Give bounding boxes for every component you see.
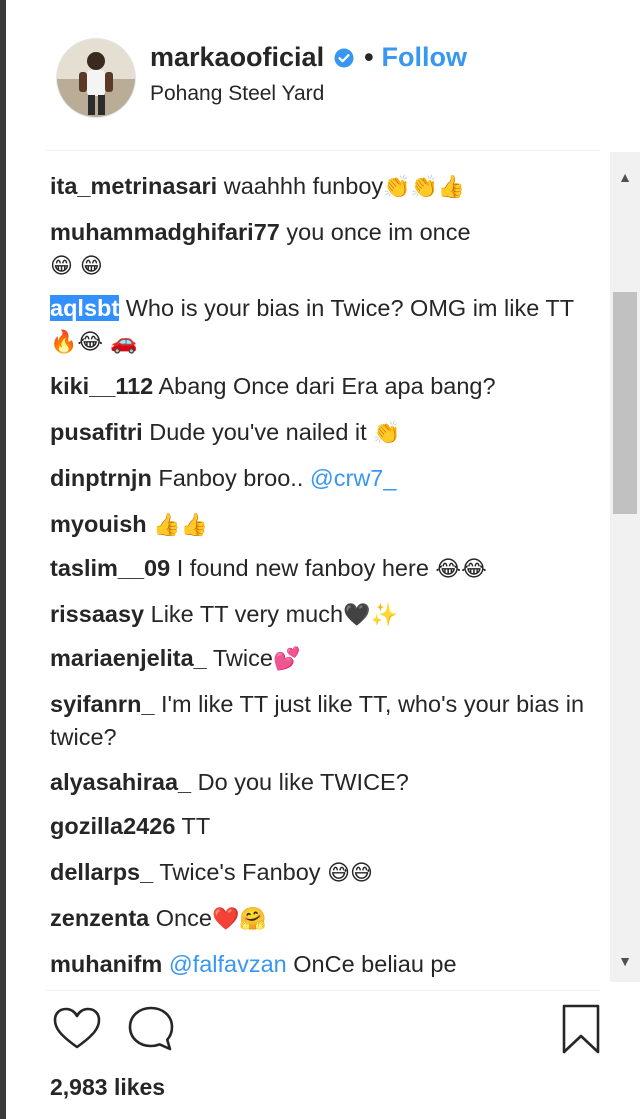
avatar[interactable]	[56, 38, 136, 118]
location-link[interactable]: Pohang Steel Yard	[150, 82, 324, 106]
comment-username[interactable]: zenzenta	[50, 905, 149, 931]
comment-username[interactable]: gozilla2426	[50, 813, 175, 839]
comment-text: Once	[155, 905, 212, 931]
comment-item: dellarps_ Twice's Fanboy 😅😅	[50, 856, 596, 890]
comment-mention-link[interactable]: @crw7_	[310, 465, 397, 491]
comment-emoji: 👏	[373, 421, 401, 446]
comment-text: OnCe beliau pe	[293, 951, 457, 977]
comment-emoji: 😅😅	[327, 861, 373, 886]
comment-username[interactable]: muhammadghifari77	[50, 219, 280, 245]
bookmark-icon[interactable]	[554, 1002, 608, 1056]
comment-item: myouish 👍👍	[50, 508, 596, 542]
comment-text: Abang Once dari Era apa bang?	[158, 373, 496, 399]
username-link[interactable]: markaooficial	[150, 42, 324, 73]
comment-text: I found new fanboy here	[176, 555, 429, 581]
post-header: markaooficial • Follow Pohang Steel Yard	[6, 0, 640, 150]
comment-username[interactable]: myouish	[50, 511, 147, 537]
comment-text: you once im once	[286, 219, 471, 245]
scroll-thumb[interactable]	[613, 292, 637, 514]
comment-text: Like TT very much	[150, 601, 344, 627]
comment-emoji: 😂😂	[435, 557, 487, 582]
comment-item: dinptrnjn Fanboy broo.. @crw7_	[50, 462, 596, 495]
scroll-down-arrow-icon[interactable]: ▼	[610, 946, 640, 976]
comment-username[interactable]: alyasahiraa_	[50, 769, 191, 795]
comment-item: ita_metrinasari waahhh funboy👏👏👍	[50, 170, 596, 204]
comment-text: TT	[181, 813, 211, 839]
comment-item: muhanifm @falfavzan OnCe beliau pe	[50, 948, 596, 981]
comment-item: pusafitri Dude you've nailed it 👏	[50, 416, 596, 450]
comment-username[interactable]: ita_metrinasari	[50, 173, 217, 199]
comment-username-selected[interactable]: aqlsbt	[50, 295, 120, 321]
separator-dot: •	[364, 42, 374, 72]
comment-emoji: ❤️🤗	[211, 907, 267, 932]
comment-username[interactable]: muhanifm	[50, 951, 162, 977]
username-row: markaooficial • Follow	[150, 42, 467, 73]
avatar-image	[57, 39, 135, 117]
actions-divider	[46, 990, 600, 991]
comment-username[interactable]: dinptrnjn	[50, 465, 152, 491]
comment-emoji: 👏👏👍	[383, 175, 466, 200]
comment-item: syifanrn_ I'm like TT just like TT, who'…	[50, 688, 596, 754]
header-divider	[46, 150, 600, 151]
comment-text: Fanboy broo..	[158, 465, 304, 491]
comment-item: rissaasy Like TT very much🖤✨	[50, 598, 596, 632]
window-left-edge	[0, 0, 6, 1119]
comment-item: kiki__112 Abang Once dari Era apa bang?	[50, 370, 596, 403]
comment-emoji: 🖤✨	[343, 603, 398, 628]
comment-mention-link[interactable]: @falfavzan	[169, 951, 287, 977]
comment-item: aqlsbt Who is your bias in Twice? OMG im…	[50, 292, 596, 359]
comment-text: waahhh funboy	[223, 173, 384, 199]
clipped-comment-above	[186, 152, 286, 158]
comment-item: zenzenta Once❤️🤗	[50, 902, 596, 936]
comment-username[interactable]: syifanrn_	[50, 691, 155, 717]
heart-icon[interactable]	[50, 1002, 104, 1056]
comment-text: Do you like TWICE?	[197, 769, 409, 795]
comment-username[interactable]: pusafitri	[50, 419, 143, 445]
comment-item: mariaenjelita_ Twice💕	[50, 642, 596, 676]
verified-badge-icon	[334, 48, 354, 67]
follow-button[interactable]: Follow	[382, 42, 467, 73]
comment-emoji: 👍👍	[153, 513, 208, 538]
comment-text: Who is your bias in Twice? OMG im like T…	[125, 295, 575, 321]
comment-text: Twice	[212, 645, 273, 671]
comments-list[interactable]: ita_metrinasari waahhh funboy👏👏👍 muhamma…	[46, 152, 602, 982]
comment-emoji: 😁 😁	[50, 254, 103, 279]
scroll-up-arrow-icon[interactable]: ▲	[610, 162, 640, 192]
comment-item: taslim__09 I found new fanboy here 😂😂	[50, 552, 596, 586]
comment-emoji: 🔥😂 🚗	[50, 330, 138, 355]
comment-username[interactable]: kiki__112	[50, 373, 153, 399]
comment-item: alyasahiraa_ Do you like TWICE?	[50, 766, 596, 799]
likes-count[interactable]: 2,983 likes	[50, 1074, 165, 1101]
comment-username[interactable]: dellarps_	[50, 859, 153, 885]
comment-username[interactable]: mariaenjelita_	[50, 645, 207, 671]
comment-item: gozilla2426 TT	[50, 810, 596, 843]
comment-text: Twice's Fanboy	[159, 859, 321, 885]
comment-text: Dude you've nailed it	[149, 419, 367, 445]
comment-username[interactable]: rissaasy	[50, 601, 144, 627]
comment-bubble-icon[interactable]	[124, 1002, 178, 1056]
comment-emoji: 💕	[272, 647, 301, 672]
comments-scrollbar[interactable]: ▲ ▼	[610, 152, 640, 982]
post-actions	[46, 1002, 606, 1062]
comment-item: muhammadghifari77 you once im once 😁 😁	[50, 216, 596, 283]
comment-username[interactable]: taslim__09	[50, 555, 170, 581]
